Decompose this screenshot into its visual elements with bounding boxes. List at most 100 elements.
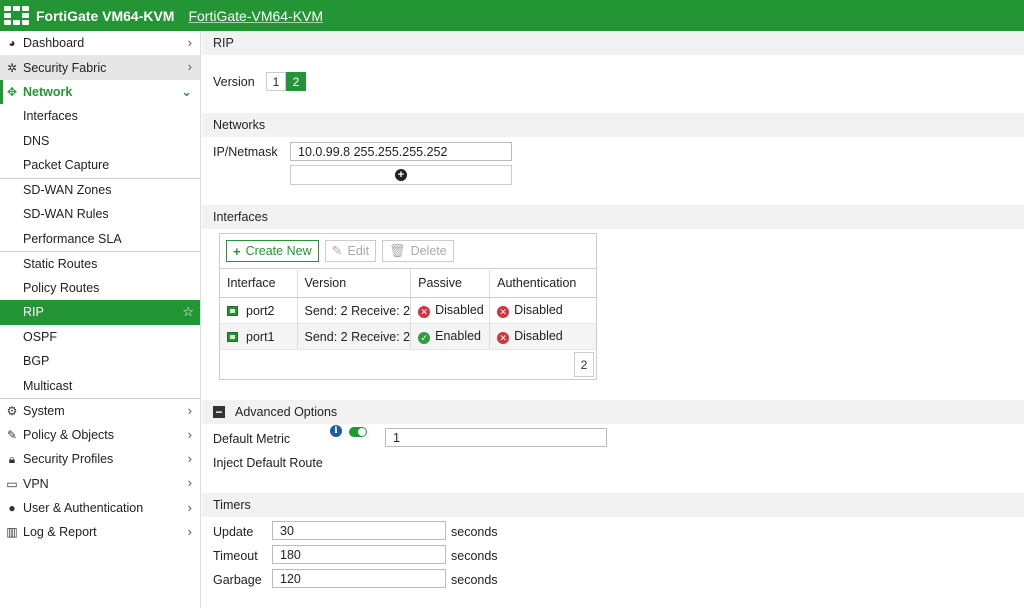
version-label: Version bbox=[213, 75, 255, 89]
sidebar-item-user-authentication[interactable]: ● User & Authentication › bbox=[0, 496, 200, 520]
chevron-right-icon: › bbox=[187, 524, 192, 540]
sidebar-item-dashboard[interactable]: ◕ Dashboard › bbox=[0, 31, 200, 55]
sidebar-subitem-multicast[interactable]: Multicast bbox=[0, 374, 200, 399]
create-new-button[interactable]: + Create New bbox=[226, 240, 319, 262]
fortinet-logo-icon bbox=[4, 6, 32, 26]
inject-default-route-toggle[interactable] bbox=[349, 427, 367, 437]
version-toggle: 1 2 bbox=[266, 72, 306, 91]
table-header-row: Interface Version Passive Authentication bbox=[220, 268, 596, 298]
version-2-button[interactable]: 2 bbox=[286, 72, 306, 91]
networks-section-title: Networks bbox=[202, 113, 1024, 137]
cell-interface: port2 bbox=[220, 297, 298, 324]
cell-passive: ✓ Enabled bbox=[410, 323, 491, 350]
sidebar-subitem-rip[interactable]: RIP ☆ bbox=[0, 300, 200, 325]
garbage-unit: seconds bbox=[451, 573, 498, 587]
delete-button[interactable]: 🗑︎ Delete bbox=[382, 240, 454, 262]
sidebar-item-label: System bbox=[23, 403, 65, 418]
sidebar-item-system[interactable]: ⚙ System › bbox=[0, 398, 200, 422]
table-toolbar: + Create New ✎ Edit 🗑︎ Delete bbox=[226, 240, 454, 262]
advanced-options-title: Advanced Options bbox=[235, 405, 338, 419]
sidebar-item-policy-objects[interactable]: ✎ Policy & Objects › bbox=[0, 423, 200, 447]
sidebar-subitem-sdwan-zones[interactable]: SD-WAN Zones bbox=[0, 177, 200, 203]
column-header-passive[interactable]: Passive bbox=[410, 268, 491, 298]
sidebar-item-label: RIP bbox=[23, 305, 44, 320]
update-input[interactable]: 30 bbox=[272, 521, 446, 540]
edit-button[interactable]: ✎ Edit bbox=[324, 240, 377, 262]
timeout-unit: seconds bbox=[451, 549, 498, 563]
ip-netmask-label: IP/Netmask bbox=[213, 145, 278, 159]
inject-default-route-label: Inject Default Route bbox=[213, 456, 323, 470]
interfaces-section-title: Interfaces bbox=[202, 205, 1024, 229]
policy-icon: ✎ bbox=[6, 427, 18, 442]
sidebar-subitem-static-routes[interactable]: Static Routes bbox=[0, 251, 200, 276]
info-icon[interactable]: i bbox=[330, 425, 342, 437]
sidebar-item-security-fabric[interactable]: ✲ Security Fabric › bbox=[0, 55, 200, 80]
default-metric-input[interactable]: 1 bbox=[385, 428, 607, 447]
sidebar-item-label: Dashboard bbox=[23, 36, 85, 51]
cell-authentication: ✕ Disabled bbox=[489, 323, 596, 350]
plus-circle-icon: + bbox=[395, 169, 407, 181]
sidebar: ◕ Dashboard › ✲ Security Fabric › ✥ Netw… bbox=[0, 31, 201, 608]
collapse-minus-icon[interactable]: − bbox=[213, 406, 225, 418]
sidebar-item-security-profiles[interactable]: 🔒︎ Security Profiles › bbox=[0, 447, 200, 471]
sidebar-item-log-report[interactable]: ▥ Log & Report › bbox=[0, 520, 200, 544]
plus-icon: + bbox=[233, 243, 241, 259]
sidebar-item-label: Security Fabric bbox=[23, 60, 107, 75]
garbage-input[interactable]: 120 bbox=[272, 569, 446, 588]
chevron-right-icon: › bbox=[187, 426, 192, 442]
garbage-label: Garbage bbox=[213, 573, 262, 587]
chevron-right-icon: › bbox=[187, 35, 192, 50]
ip-netmask-input[interactable]: 10.0.99.8 255.255.255.252 bbox=[290, 142, 512, 161]
cell-version: Send: 2 Receive: 2 bbox=[297, 297, 412, 324]
create-new-label: Create New bbox=[245, 244, 312, 258]
column-header-authentication[interactable]: Authentication bbox=[489, 268, 596, 298]
sidebar-item-vpn[interactable]: ▭ VPN › bbox=[0, 471, 200, 495]
hostname-link[interactable]: FortiGate-VM64-KVM bbox=[188, 8, 323, 24]
favorite-star-icon[interactable]: ☆ bbox=[182, 304, 194, 320]
version-1-button[interactable]: 1 bbox=[266, 72, 286, 91]
disabled-x-icon: ✕ bbox=[418, 306, 431, 318]
chevron-down-icon: ⌄ bbox=[181, 83, 192, 99]
sidebar-item-network[interactable]: ✥ Network ⌄ bbox=[0, 79, 200, 105]
column-header-version[interactable]: Version bbox=[297, 268, 412, 298]
sidebar-subitem-sdwan-rules[interactable]: SD-WAN Rules bbox=[0, 202, 200, 227]
page-title: RIP bbox=[202, 31, 1024, 55]
edit-label: Edit bbox=[347, 244, 370, 258]
enabled-check-icon: ✓ bbox=[418, 332, 431, 344]
disabled-x-icon: ✕ bbox=[497, 306, 510, 318]
laptop-icon: ▭ bbox=[6, 476, 18, 491]
timeout-label: Timeout bbox=[213, 549, 258, 563]
update-unit: seconds bbox=[451, 525, 498, 539]
sidebar-subitem-policy-routes[interactable]: Policy Routes bbox=[0, 276, 200, 301]
gear-icon: ⚙ bbox=[6, 403, 18, 418]
sidebar-subitem-interfaces[interactable]: Interfaces bbox=[0, 104, 200, 129]
column-header-interface[interactable]: Interface bbox=[220, 268, 298, 298]
sidebar-subitem-bgp[interactable]: BGP bbox=[0, 349, 200, 374]
auth-status: Disabled bbox=[514, 329, 563, 343]
sidebar-subitem-packet-capture[interactable]: Packet Capture bbox=[0, 153, 200, 178]
add-network-button[interactable]: + bbox=[290, 165, 512, 185]
sidebar-subitem-performance-sla[interactable]: Performance SLA bbox=[0, 227, 200, 252]
port-icon bbox=[227, 331, 238, 342]
sidebar-subitem-ospf[interactable]: OSPF bbox=[0, 325, 200, 350]
auth-status: Disabled bbox=[514, 303, 563, 317]
table-row[interactable]: port1 Send: 2 Receive: 2 ✓ Enabled ✕ Disab… bbox=[220, 323, 596, 350]
cell-interface: port1 bbox=[220, 323, 298, 350]
table-row[interactable]: port2 Send: 2 Receive: 2 ✕ Disabled ✕ Disa… bbox=[220, 297, 596, 324]
lock-icon: 🔒︎ bbox=[8, 451, 16, 466]
sidebar-subitem-dns[interactable]: DNS bbox=[0, 129, 200, 154]
app-title: FortiGate VM64-KVM bbox=[36, 7, 175, 24]
update-label: Update bbox=[213, 525, 254, 539]
disabled-x-icon: ✕ bbox=[497, 332, 510, 344]
security-fabric-icon: ✲ bbox=[6, 60, 18, 75]
chevron-right-icon: › bbox=[187, 450, 192, 466]
cell-authentication: ✕ Disabled bbox=[489, 297, 596, 324]
user-icon: ● bbox=[8, 500, 16, 515]
chart-icon: ▥ bbox=[6, 525, 18, 540]
advanced-options-header[interactable]: − Advanced Options bbox=[202, 400, 1024, 424]
chevron-right-icon: › bbox=[187, 403, 192, 419]
chevron-right-icon: › bbox=[187, 475, 192, 491]
chevron-right-icon: › bbox=[187, 499, 192, 515]
sidebar-item-label: User & Authentication bbox=[23, 500, 144, 515]
timeout-input[interactable]: 180 bbox=[272, 545, 446, 564]
